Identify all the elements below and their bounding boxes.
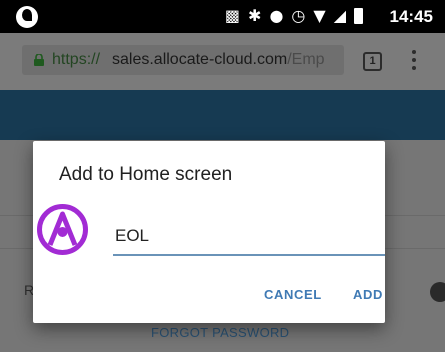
- tab-switcher-icon[interactable]: 1: [363, 52, 382, 71]
- cast-icon: ▩: [224, 6, 241, 25]
- url-bar[interactable]: https:// sales.allocate-cloud.com/Emp: [22, 45, 344, 75]
- toggle-switch[interactable]: [430, 282, 445, 302]
- allocate-app-icon: [37, 204, 88, 255]
- overflow-menu-icon[interactable]: [412, 50, 416, 70]
- status-time: 14:45: [389, 7, 433, 26]
- dialog-title: Add to Home screen: [59, 164, 233, 185]
- forgot-password-link[interactable]: FORGOT PASSWORD: [151, 325, 289, 340]
- signal-icon: ◢: [333, 6, 346, 25]
- do-not-disturb-icon: ●: [269, 6, 284, 25]
- cancel-button[interactable]: CANCEL: [264, 287, 322, 302]
- battery-icon: [354, 8, 363, 24]
- bluetooth-icon: ✱: [248, 6, 262, 25]
- status-bar: ▩ ✱ ● ◷ ▼ ◢ 14:45: [0, 0, 445, 33]
- app-status-icon: [16, 6, 38, 28]
- url-host: sales.allocate-cloud.com/Emp: [112, 51, 325, 69]
- url-path: /Emp: [287, 51, 325, 68]
- shortcut-name-input[interactable]: [113, 222, 385, 256]
- url-domain: sales.allocate-cloud.com: [112, 51, 288, 68]
- add-button[interactable]: ADD: [353, 287, 383, 302]
- browser-toolbar: https:// sales.allocate-cloud.com/Emp 1: [0, 33, 445, 90]
- status-icons: ▩ ✱ ● ◷ ▼ ◢: [225, 7, 363, 25]
- url-scheme: https://: [52, 51, 101, 68]
- lock-icon: [34, 54, 44, 66]
- page-header-band: [0, 90, 445, 140]
- add-to-home-dialog: Add to Home screen CANCEL ADD: [33, 141, 385, 323]
- alarm-icon: ◷: [291, 6, 306, 25]
- wifi-icon: ▼: [313, 6, 326, 25]
